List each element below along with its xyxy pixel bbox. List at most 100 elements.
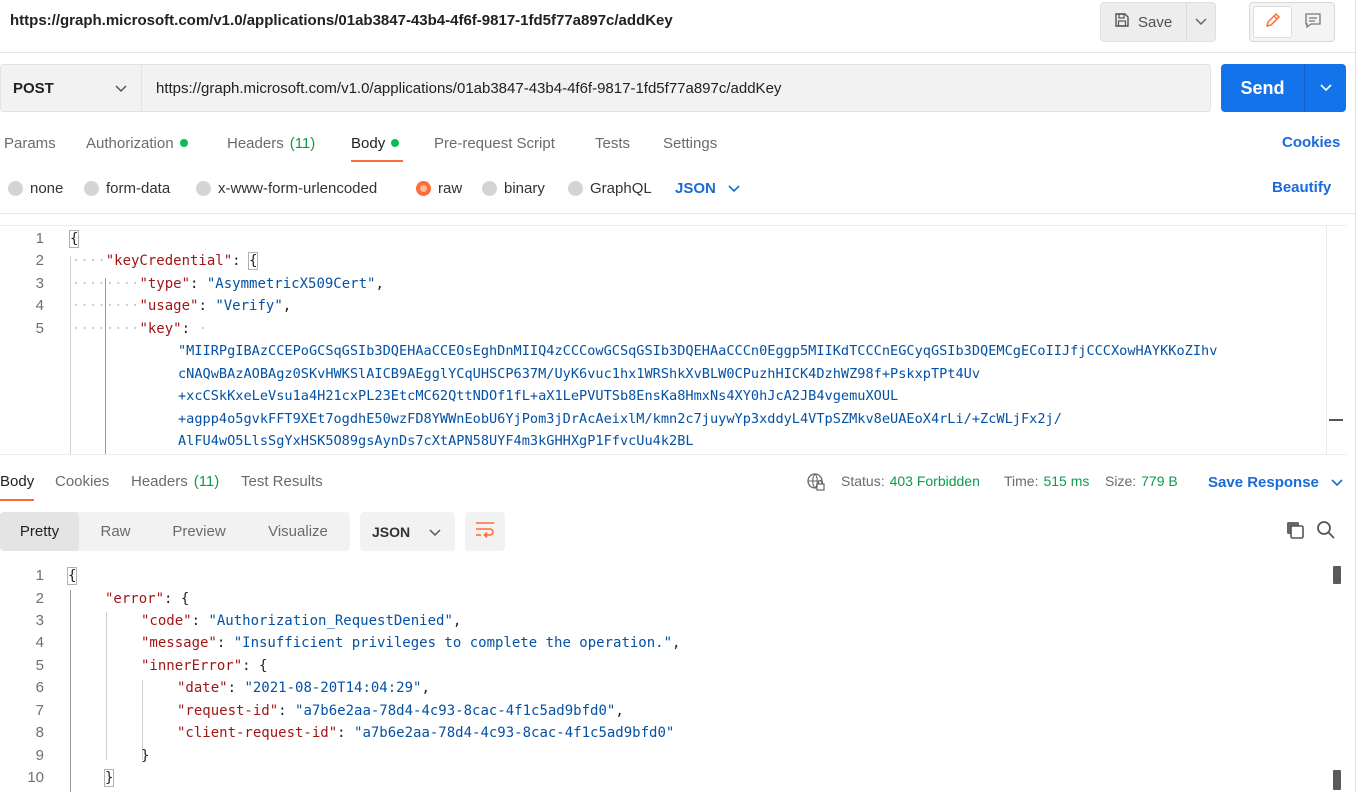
view-pretty[interactable]: Pretty <box>0 512 79 551</box>
radio-none[interactable]: none <box>8 179 63 197</box>
radio-raw[interactable]: raw <box>416 179 462 197</box>
radio-button[interactable] <box>568 180 583 196</box>
cookies-link[interactable]: Cookies <box>1282 134 1340 151</box>
globe-lock-icon[interactable] <box>806 472 826 497</box>
open-brace: { <box>68 230 80 248</box>
tab-label: Params <box>4 134 56 152</box>
line-number: 1 <box>35 230 44 247</box>
json-value: "Authorization_RequestDenied" <box>208 613 453 629</box>
code-line: ········"key": · <box>72 321 207 337</box>
response-time: Time: 515 ms <box>1004 473 1089 491</box>
comment-mode-button[interactable] <box>1294 6 1331 38</box>
code-line: "innerError": { <box>141 658 268 674</box>
radio-label: GraphQL <box>590 179 652 197</box>
response-tab-body[interactable]: Body <box>0 473 34 491</box>
time-value[interactable]: 515 ms <box>1043 473 1089 491</box>
edit-mode-button[interactable] <box>1253 6 1292 38</box>
send-button[interactable]: Send <box>1221 64 1346 112</box>
radio-button-selected[interactable] <box>416 180 431 196</box>
tab-label: Body <box>0 473 35 490</box>
tab-label: Body <box>351 134 386 152</box>
line-number: 4 <box>35 634 44 651</box>
response-size: Size: 779 B <box>1105 473 1178 491</box>
tab-authorization[interactable]: Authorization <box>86 134 188 152</box>
save-response-label: Save Response <box>1208 473 1319 491</box>
response-tab-cookies[interactable]: Cookies <box>55 473 109 491</box>
tab-params[interactable]: Params <box>4 134 56 152</box>
body-format-select[interactable]: JSON <box>675 179 740 197</box>
code-line: { <box>66 567 78 585</box>
key-value-line: AlFU4wO5LlsSgYxHSK5O89gsAynDs7cXtAPN58UY… <box>178 433 694 449</box>
tab-body[interactable]: Body <box>351 134 400 152</box>
response-scrollbar-thumb[interactable] <box>1333 566 1341 584</box>
code-line: } <box>141 748 149 764</box>
save-options-dropdown[interactable] <box>1187 3 1215 41</box>
active-tab-underline <box>0 499 34 501</box>
method-select[interactable]: POST <box>0 64 142 112</box>
status-value[interactable]: 403 Forbidden <box>890 473 980 491</box>
radio-binary[interactable]: binary <box>482 179 545 197</box>
json-key: "code" <box>141 613 192 629</box>
tab-headers[interactable]: Headers (11) <box>227 134 315 152</box>
line-number: 5 <box>35 320 44 337</box>
edit-mode-toggle[interactable] <box>1249 2 1335 42</box>
chevron-down-icon <box>1195 13 1207 31</box>
tab-pre-request-script[interactable]: Pre-request Script <box>434 134 555 152</box>
copy-icon[interactable] <box>1285 520 1305 545</box>
view-visualize[interactable]: Visualize <box>246 512 350 551</box>
radio-button[interactable] <box>84 180 99 196</box>
send-options-dropdown[interactable] <box>1305 64 1346 112</box>
save-icon <box>1114 12 1130 32</box>
radio-graphql[interactable]: GraphQL <box>568 179 652 197</box>
line-number: 5 <box>35 657 44 674</box>
time-label: Time: <box>1004 473 1039 489</box>
code-line: ········"usage": "Verify", <box>72 298 292 314</box>
line-number: 2 <box>35 252 44 269</box>
radio-label: none <box>30 179 64 197</box>
view-raw[interactable]: Raw <box>79 512 152 551</box>
wrap-text-icon <box>474 520 496 543</box>
code-line: { <box>68 230 80 248</box>
radio-form-data[interactable]: form-data <box>84 179 170 197</box>
key-value-line: "MIIRPgIBAzCCEPoGCSqGSIb3DQEHAaCCEOsEghD… <box>178 343 1218 359</box>
request-body-editor[interactable]: 1 2 3 4 5 { ····"keyCredential": { ·····… <box>0 225 1346 455</box>
response-tab-headers[interactable]: Headers (11) <box>131 473 219 491</box>
close-brace: } <box>103 769 115 787</box>
divider <box>0 52 1355 53</box>
active-indicator-dot <box>391 139 400 147</box>
save-label: Save <box>1138 13 1173 31</box>
json-key: "usage" <box>139 298 199 314</box>
radio-button[interactable] <box>8 180 23 196</box>
search-icon[interactable] <box>1316 520 1336 545</box>
key-value-line: +agpp4o5gvkFFT9XEt7ogdhE50wzFD8YWWnEobU6… <box>178 411 1062 427</box>
response-format-select[interactable]: JSON <box>360 512 455 551</box>
request-title[interactable]: https://graph.microsoft.com/v1.0/applica… <box>10 12 673 29</box>
tab-tests[interactable]: Tests <box>595 134 630 152</box>
wrap-lines-button[interactable] <box>465 512 505 551</box>
format-label: JSON <box>675 179 716 197</box>
save-button[interactable]: Save <box>1100 2 1216 42</box>
radio-button[interactable] <box>196 180 211 196</box>
response-tab-test-results[interactable]: Test Results <box>241 473 323 491</box>
radio-button[interactable] <box>482 180 497 196</box>
line-number: 10 <box>27 769 44 786</box>
url-input[interactable]: https://graph.microsoft.com/v1.0/applica… <box>142 64 1211 112</box>
radio-urlencoded[interactable]: x-www-form-urlencoded <box>196 179 377 197</box>
json-key: "innerError" <box>141 658 243 674</box>
open-brace: { <box>66 567 78 585</box>
chevron-down-icon <box>1331 474 1343 491</box>
response-body-viewer[interactable]: 1 2 3 4 5 6 7 8 9 10 { "error": { "code"… <box>0 560 1330 792</box>
line-number: 1 <box>35 567 44 584</box>
tab-settings[interactable]: Settings <box>663 134 717 152</box>
view-preview[interactable]: Preview <box>152 512 246 551</box>
size-value[interactable]: 779 B <box>1141 473 1178 491</box>
save-response-button[interactable]: Save Response <box>1208 473 1343 491</box>
line-number: 3 <box>35 275 44 292</box>
response-scrollbar-thumb[interactable] <box>1333 770 1341 790</box>
radio-label: x-www-form-urlencoded <box>218 179 378 197</box>
beautify-button[interactable]: Beautify <box>1272 179 1331 196</box>
tab-label: Settings <box>663 134 718 152</box>
line-number: 7 <box>35 702 44 719</box>
headers-count: (11) <box>289 134 316 152</box>
line-number: 9 <box>35 747 44 764</box>
